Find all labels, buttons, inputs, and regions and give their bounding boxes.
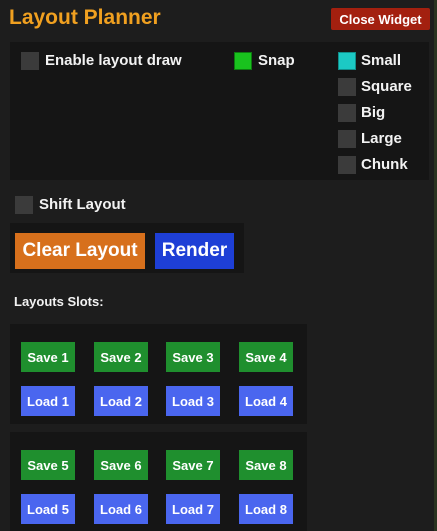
load-slot-6-button[interactable]: Load 6 <box>94 494 148 524</box>
clear-layout-button[interactable]: Clear Layout <box>15 233 145 269</box>
save-slot-2-button[interactable]: Save 2 <box>94 342 148 372</box>
save-slot-8-button[interactable]: Save 8 <box>239 450 293 480</box>
close-widget-button[interactable]: Close Widget <box>331 8 430 30</box>
shift-layout-label: Shift Layout <box>39 196 126 213</box>
enable-layout-draw-label: Enable layout draw <box>45 52 182 69</box>
load-slot-8-button[interactable]: Load 8 <box>239 494 293 524</box>
render-button[interactable]: Render <box>155 233 234 269</box>
save-slot-3-button[interactable]: Save 3 <box>166 342 220 372</box>
load-slot-7-button[interactable]: Load 7 <box>166 494 220 524</box>
save-slot-5-button[interactable]: Save 5 <box>21 450 75 480</box>
load-slot-4-button[interactable]: Load 4 <box>239 386 293 416</box>
size-big-label: Big <box>361 104 386 121</box>
window-title: Layout Planner <box>9 6 161 29</box>
size-small-radio[interactable] <box>338 52 356 70</box>
layout-slots-heading: Layouts Slots: <box>14 294 104 309</box>
shift-layout-checkbox[interactable] <box>15 196 33 214</box>
size-large-radio[interactable] <box>338 130 356 148</box>
save-slot-6-button[interactable]: Save 6 <box>94 450 148 480</box>
enable-layout-draw-checkbox[interactable] <box>21 52 39 70</box>
snap-checkbox[interactable] <box>234 52 252 70</box>
load-slot-5-button[interactable]: Load 5 <box>21 494 75 524</box>
size-small-label: Small <box>361 52 402 69</box>
layout-planner-window: Layout Planner Close Widget Enable layou… <box>0 0 437 531</box>
load-slot-1-button[interactable]: Load 1 <box>21 386 75 416</box>
size-large-label: Large <box>361 130 402 147</box>
size-square-label: Square <box>361 78 412 95</box>
save-slot-7-button[interactable]: Save 7 <box>166 450 220 480</box>
size-chunk-label: Chunk <box>361 156 408 173</box>
size-chunk-radio[interactable] <box>338 156 356 174</box>
snap-label: Snap <box>258 52 295 69</box>
size-big-radio[interactable] <box>338 104 356 122</box>
save-slot-1-button[interactable]: Save 1 <box>21 342 75 372</box>
save-slot-4-button[interactable]: Save 4 <box>239 342 293 372</box>
load-slot-2-button[interactable]: Load 2 <box>94 386 148 416</box>
size-square-radio[interactable] <box>338 78 356 96</box>
load-slot-3-button[interactable]: Load 3 <box>166 386 220 416</box>
